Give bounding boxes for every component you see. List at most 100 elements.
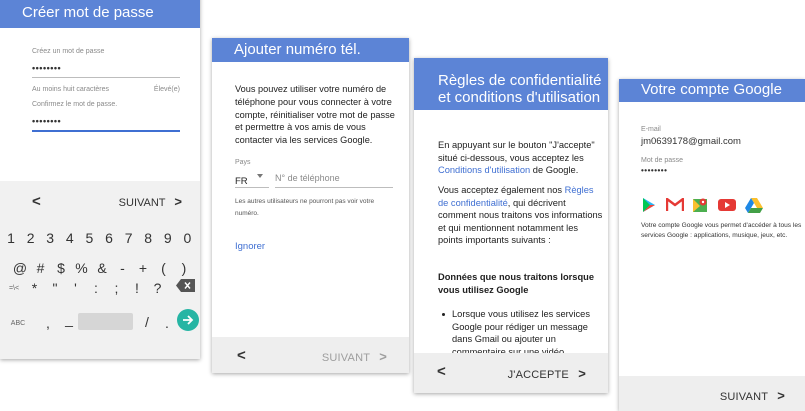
terms-paragraph: En appuyant sur le bouton "J'accepte" si… xyxy=(438,139,604,177)
slash-key[interactable]: / xyxy=(138,314,156,330)
next-button[interactable]: SUIVANT > xyxy=(119,194,182,209)
keyboard-key[interactable]: =\< xyxy=(5,285,23,292)
screen-add-phone: Ajouter numéro tél. Vous pouvez utiliser… xyxy=(212,38,409,373)
keyboard-key[interactable]: % xyxy=(73,260,91,276)
back-button[interactable]: < xyxy=(237,347,246,364)
keyboard-key[interactable]: 8 xyxy=(139,230,157,246)
maps-icon xyxy=(693,198,707,212)
terms-text-end: de Google. xyxy=(530,165,579,176)
phone-input[interactable]: N° de téléphone xyxy=(275,173,340,183)
keyboard-key[interactable]: - xyxy=(114,260,132,276)
password-field[interactable]: •••••••• xyxy=(32,63,61,73)
services-description: Votre compte Google vous permet d'accéde… xyxy=(641,222,802,239)
create-password-label: Créez un mot de passe xyxy=(32,48,105,55)
keyboard-key[interactable]: 5 xyxy=(80,230,98,246)
country-select[interactable]: FR xyxy=(235,171,269,187)
play-store-icon xyxy=(643,198,655,212)
confirm-password-underline xyxy=(32,130,180,132)
gmail-icon xyxy=(666,198,684,211)
next-label: SUIVANT xyxy=(719,391,768,403)
back-button[interactable]: < xyxy=(32,193,41,210)
bottom-nav: < SUIVANT > xyxy=(212,337,409,373)
header-bar: Règles de confidentialité et conditions … xyxy=(414,58,608,110)
keyboard-key[interactable]: * xyxy=(26,280,44,296)
space-key[interactable] xyxy=(78,313,133,330)
keyboard-key[interactable]: ! xyxy=(128,280,146,296)
keyboard-key[interactable]: 3 xyxy=(41,230,59,246)
confirm-password-field[interactable]: •••••••• xyxy=(32,116,61,126)
next-button[interactable]: SUIVANT > xyxy=(322,349,387,364)
header-bar: Votre compte Google xyxy=(619,79,805,102)
page-title: Ajouter numéro tél. xyxy=(234,41,361,58)
page-title: Règles de confidentialité et conditions … xyxy=(438,72,602,106)
skip-link[interactable]: Ignorer xyxy=(235,241,265,252)
keyboard-key[interactable]: 1 xyxy=(2,230,20,246)
bottom-nav: SUIVANT > xyxy=(619,376,805,411)
password-hint: Au moins huit caractères xyxy=(32,86,110,93)
chevron-right-icon: > xyxy=(174,194,182,209)
keyboard-key[interactable]: ) xyxy=(175,260,193,276)
terms-text: En appuyant sur le bouton "J'accepte" si… xyxy=(438,140,595,163)
keyboard-key[interactable]: : xyxy=(87,280,105,296)
bullet-icon xyxy=(442,313,445,316)
enter-key[interactable] xyxy=(177,309,199,331)
screen-privacy-terms: Règles de confidentialité et conditions … xyxy=(414,58,608,393)
password-strength: Élevé(e) xyxy=(153,86,180,93)
backspace-icon xyxy=(176,279,195,292)
keyboard-key[interactable]: ' xyxy=(67,280,85,296)
arrow-right-icon xyxy=(183,315,194,325)
data-heading: Données que nous traitons lorsque vous u… xyxy=(438,272,594,295)
keyboard-key[interactable]: 9 xyxy=(159,230,177,246)
screen-google-account: Votre compte Google E-mail jm0639178@gma… xyxy=(619,79,805,411)
keyboard-key[interactable]: 6 xyxy=(100,230,118,246)
header-bar: Créer mot de passe xyxy=(0,0,200,28)
password-underline xyxy=(32,77,180,78)
phone-note: Les autres utilisateurs ne pourront pas … xyxy=(235,198,375,217)
phone-description: Vous pouvez utiliser votre numéro de tél… xyxy=(235,84,395,146)
bullet-item: Lorsque vous utilisez les services Googl… xyxy=(452,309,590,357)
accept-button[interactable]: J'ACCEPTE > xyxy=(508,366,586,381)
period-key[interactable]: . xyxy=(158,315,176,331)
keyboard: < SUIVANT > 1234567890 @ # $% & - +() =\< * " ':… xyxy=(0,181,200,359)
chevron-right-icon: > xyxy=(777,388,785,403)
page-title: Votre compte Google xyxy=(641,81,782,98)
password-value: •••••••• xyxy=(641,166,668,175)
keyboard-key[interactable]: ; xyxy=(108,280,126,296)
youtube-icon xyxy=(718,199,736,211)
keyboard-key[interactable]: # xyxy=(32,260,50,276)
keyboard-key[interactable]: 4 xyxy=(61,230,79,246)
keyboard-key[interactable]: + xyxy=(134,260,152,276)
keyboard-key[interactable]: 0 xyxy=(178,230,196,246)
country-underline xyxy=(235,187,269,188)
terms-of-service-link[interactable]: Conditions d'utilisation xyxy=(438,165,530,175)
underscore-key[interactable]: _ xyxy=(60,311,78,327)
bottom-nav: < J'ACCEPTE > xyxy=(414,353,608,393)
keyboard-key[interactable]: 2 xyxy=(22,230,40,246)
keyboard-key[interactable]: " xyxy=(46,280,64,296)
backspace-key[interactable] xyxy=(176,279,196,292)
next-button[interactable]: SUIVANT > xyxy=(720,388,785,403)
password-label: Mot de passe xyxy=(641,157,684,164)
header-bar: Ajouter numéro tél. xyxy=(212,38,409,62)
next-label: SUIVANT xyxy=(321,352,370,364)
keyboard-key[interactable]: ? xyxy=(149,280,167,296)
keyboard-key[interactable]: & xyxy=(93,260,111,276)
google-services-icons xyxy=(641,197,791,215)
country-value: FR xyxy=(235,176,248,187)
country-label: Pays xyxy=(235,159,251,166)
privacy-paragraph: Vous acceptez également nos Règles de co… xyxy=(438,184,604,247)
chevron-right-icon: > xyxy=(379,349,387,364)
email-label: E-mail xyxy=(641,126,661,133)
keyboard-key[interactable]: $ xyxy=(52,260,70,276)
privacy-text: Vous acceptez également nos xyxy=(438,185,565,195)
drive-icon xyxy=(745,198,763,213)
comma-key[interactable]: , xyxy=(39,315,57,331)
screen-create-password: Créer mot de passe Créez un mot de passe… xyxy=(0,0,200,359)
phone-underline xyxy=(275,187,393,188)
next-label: SUIVANT xyxy=(118,197,166,209)
back-button[interactable]: < xyxy=(437,363,446,380)
keyboard-key[interactable]: ( xyxy=(155,260,173,276)
keyboard-key[interactable]: @ xyxy=(11,260,29,276)
keyboard-key[interactable]: 7 xyxy=(120,230,138,246)
abc-key[interactable]: ABC xyxy=(6,320,30,327)
